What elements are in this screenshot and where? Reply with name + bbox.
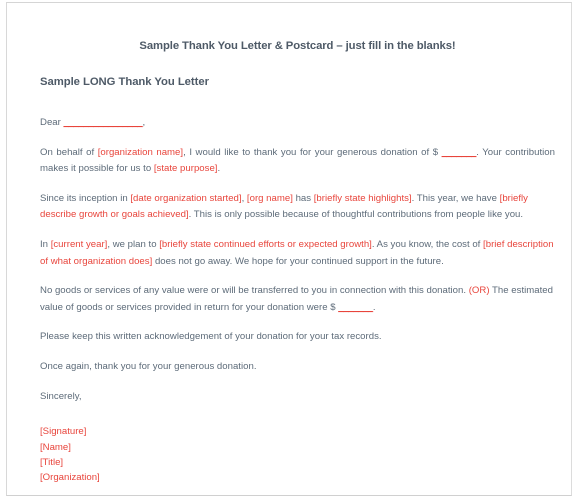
placeholder-token: [briefly state highlights] xyxy=(313,192,412,204)
text-run: . xyxy=(372,301,376,313)
placeholder-token: [organization name] xyxy=(97,146,184,158)
signature-line: [Name] xyxy=(40,441,71,453)
paragraph-on-behalf: On behalf of [organization name], I woul… xyxy=(40,145,555,178)
fill-in-blank: _______ xyxy=(441,146,477,158)
text-run: No goods or services of any value were o… xyxy=(40,285,469,297)
text-run: . xyxy=(217,163,221,175)
text-run: In xyxy=(40,238,51,250)
placeholder-token: [date organization started] xyxy=(130,192,242,204)
salutation-prefix: Dear xyxy=(40,117,64,128)
placeholder-token: (OR) xyxy=(468,285,490,297)
signature-line: [Title] xyxy=(40,456,64,468)
paragraph-sincerely: Sincerely, xyxy=(40,389,555,406)
signature-line: [Signature] xyxy=(40,426,87,438)
text-run: . This is only possible because of thoug… xyxy=(188,209,524,221)
letter-subtitle: Sample LONG Thank You Letter xyxy=(40,76,209,88)
paragraph-once-again: Once again, thank you for your generous … xyxy=(40,359,555,376)
document-page: Sample Thank You Letter & Postcard – jus… xyxy=(6,2,572,496)
salutation-suffix: , xyxy=(142,117,146,128)
page-title: Sample Thank You Letter & Postcard – jus… xyxy=(139,40,456,52)
text-run: , we plan to xyxy=(107,238,160,250)
text-run: . As you know, the cost of xyxy=(371,238,484,250)
salutation-line: Dear ________________, xyxy=(40,88,555,132)
text-run: Please keep this written acknowledgement… xyxy=(40,331,382,343)
fill-in-blank: _______ xyxy=(338,301,373,313)
signature-block: [Signature] [Name] [Title] [Organization] xyxy=(40,405,555,486)
placeholder-token: [briefly state continued efforts or expe… xyxy=(159,238,372,250)
text-run: , I would like to thank you for your gen… xyxy=(183,146,442,158)
document-content: Sample Thank You Letter & Postcard – jus… xyxy=(40,3,555,486)
signature-line: [Organization] xyxy=(40,472,100,484)
text-run: On behalf of xyxy=(40,146,98,158)
paragraph-since-inception: Since its inception in [date organizatio… xyxy=(40,191,555,224)
paragraph-no-goods: No goods or services of any value were o… xyxy=(40,283,555,316)
text-run: Since its inception in xyxy=(40,192,131,204)
placeholder-token: [org name] xyxy=(246,192,293,204)
placeholder-token: [state purpose] xyxy=(153,163,218,175)
text-run: Once again, thank you for your generous … xyxy=(40,360,257,372)
salutation-blank: ________________ xyxy=(63,117,143,128)
paragraph-tax-records: Please keep this written acknowledgement… xyxy=(40,329,555,346)
paragraph-current-year: In [current year], we plan to [briefly s… xyxy=(40,237,555,270)
text-run: . This year, we have xyxy=(411,192,500,204)
text-run: Sincerely, xyxy=(40,390,82,402)
text-run: does not go away. We hope for your conti… xyxy=(152,255,444,267)
text-run: has xyxy=(292,192,314,204)
placeholder-token: [current year] xyxy=(50,238,108,250)
